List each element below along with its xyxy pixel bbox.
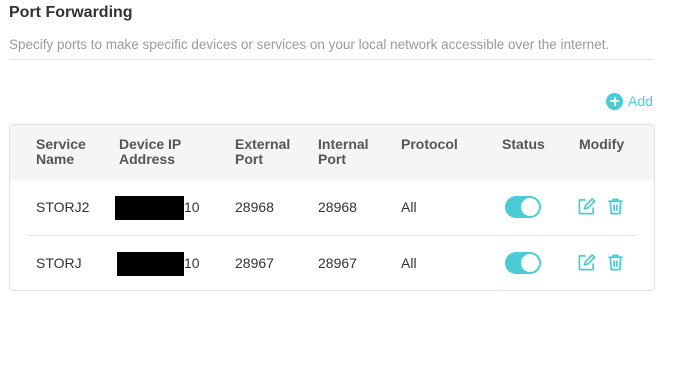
- header-internal-port: Internal Port: [318, 136, 369, 167]
- status-toggle[interactable]: [505, 196, 541, 218]
- redacted-ip: [117, 252, 184, 276]
- add-button-label: Add: [628, 93, 653, 109]
- page-description: Specify ports to make specific devices o…: [9, 37, 610, 52]
- toggle-knob: [521, 254, 539, 272]
- cell-protocol: All: [401, 255, 417, 271]
- table-header: Service Name Device IP Address External …: [10, 125, 654, 180]
- header-protocol: Protocol: [401, 136, 458, 152]
- redacted-ip: [115, 196, 184, 220]
- trash-icon[interactable]: [606, 253, 625, 272]
- table-row: STORJ 10 28967 28967 All: [10, 235, 654, 290]
- port-forwarding-table: Service Name Device IP Address External …: [9, 124, 655, 291]
- add-button[interactable]: Add: [606, 92, 653, 110]
- cell-service-name: STORJ2: [36, 199, 90, 215]
- edit-icon[interactable]: [577, 197, 596, 216]
- page-title: Port Forwarding: [9, 4, 133, 21]
- header-device-ip: Device IP Address: [119, 136, 182, 167]
- toggle-knob: [521, 198, 539, 216]
- header-external-port: External Port: [235, 136, 291, 167]
- cell-external-port: 28968: [235, 199, 274, 215]
- divider: [9, 59, 654, 60]
- cell-external-port: 28967: [235, 255, 274, 271]
- trash-icon[interactable]: [606, 197, 625, 216]
- header-modify: Modify: [579, 136, 625, 152]
- status-toggle[interactable]: [505, 252, 541, 274]
- header-service-name: Service Name: [36, 136, 86, 167]
- header-status: Status: [502, 136, 545, 152]
- plus-circle-icon: [606, 92, 623, 110]
- cell-device-ip: 10: [184, 199, 200, 215]
- cell-device-ip: 10: [184, 255, 200, 271]
- cell-service-name: STORJ: [36, 255, 82, 271]
- cell-internal-port: 28967: [318, 255, 357, 271]
- cell-protocol: All: [401, 199, 417, 215]
- cell-internal-port: 28968: [318, 199, 357, 215]
- edit-icon[interactable]: [577, 253, 596, 272]
- table-row: STORJ2 10 28968 28968 All: [10, 180, 654, 235]
